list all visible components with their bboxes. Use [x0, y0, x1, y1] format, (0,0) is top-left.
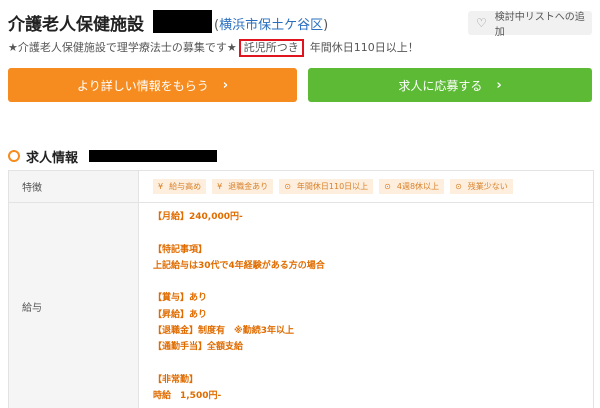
feature-tag-label: 年間休日110日以上: [296, 182, 369, 191]
heart-icon: ♡: [476, 16, 487, 30]
facility-title: 介護老人保健施設: [8, 15, 144, 35]
job-header: 介護老人保健施設 (横浜市保土ケ谷区) ♡ 検討中リストへの追加: [8, 6, 592, 38]
clock-icon: ⊙: [384, 182, 391, 191]
feature-tag: ¥ 退職金あり: [212, 179, 274, 194]
location-link[interactable]: 横浜市保土ケ谷区: [219, 18, 323, 33]
feature-tag: ¥ 給与高め: [153, 179, 207, 194]
subtitle-holidays: 年間休日110日以上！: [309, 41, 419, 54]
feature-tag-label: 給与高め: [169, 182, 202, 191]
yen-icon: ¥: [158, 182, 164, 191]
chevron-right-icon: ›: [222, 77, 229, 93]
salary-label: 給与: [9, 203, 139, 408]
yen-icon: ¥: [217, 182, 223, 191]
feature-tag-label: 退職金あり: [228, 182, 269, 191]
salary-line: 【退職金】制度有 ※勤続3年以上: [153, 326, 295, 337]
features-content: ¥ 給与高め ¥ 退職金あり ⊙ 年間休日110日以上 ⊙ 4週8休以上 ⊙ 残業少ない: [139, 171, 593, 202]
redacted-facility-name: [153, 10, 212, 33]
salary-line: 上記給与は30代で4年経験がある方の場合: [153, 260, 325, 271]
salary-line: 【非常勤】: [153, 374, 199, 385]
feature-tag: ⊙ 4週8休以上: [379, 179, 445, 194]
salary-line: 時給 1,500円-: [153, 391, 222, 402]
apply-button[interactable]: 求人に応募する ›: [308, 68, 592, 102]
location-close-paren: ): [323, 18, 329, 33]
feature-tag: ⊙ 年間休日110日以上: [279, 179, 374, 194]
add-to-wishlist-button[interactable]: ♡ 検討中リストへの追加: [468, 11, 592, 38]
job-subtitle: ★介護老人保健施設で理学療法士の募集です★ 託児所つき 年間休日110日以上！: [8, 39, 592, 57]
clock-icon: ⊙: [284, 182, 291, 191]
salary-line: 【昇給】あり: [153, 309, 208, 320]
more-info-label: より詳しい情報をもらう: [76, 78, 209, 93]
salary-line: 【特記事項】: [153, 244, 208, 255]
salary-content: 【月給】240,000円- 【特記事項】上記給与は30代で4年経験がある方の場合【…: [139, 203, 593, 408]
salary-line: 【月給】240,000円-: [153, 212, 243, 222]
salary-line: [153, 356, 593, 372]
more-info-button[interactable]: より詳しい情報をもらう ›: [8, 68, 297, 102]
circle-icon: [8, 150, 20, 162]
feature-tag-label: 4週8休以上: [396, 182, 440, 191]
location: (横浜市保土ケ谷区): [214, 14, 328, 33]
daycare-highlight: 託児所つき: [238, 39, 304, 57]
redacted-section-text: [89, 150, 217, 162]
salary-row: 給与 【月給】240,000円- 【特記事項】上記給与は30代で4年経験がある方の…: [9, 203, 593, 408]
feature-tag: ⊙ 残業少ない: [450, 179, 513, 194]
apply-label: 求人に応募する: [398, 78, 483, 93]
clock-icon: ⊙: [455, 182, 462, 191]
section-title: 求人情報: [26, 150, 79, 166]
features-label: 特徴: [9, 171, 139, 202]
features-row: 特徴 ¥ 給与高め ¥ 退職金あり ⊙ 年間休日110日以上 ⊙ 4週8休以上 ⊙ 残業少ない: [9, 171, 593, 203]
salary-lines: 【月給】240,000円- 【特記事項】上記給与は30代で4年経験がある方の場合【…: [139, 203, 593, 405]
salary-line: 【賞与】あり: [153, 293, 208, 304]
feature-tags: ¥ 給与高め ¥ 退職金あり ⊙ 年間休日110日以上 ⊙ 4週8休以上 ⊙ 残業少ない: [139, 171, 593, 194]
chevron-right-icon: ›: [496, 77, 502, 93]
salary-line: 【通勤手当】全額支給: [153, 342, 244, 353]
salary-line: [153, 274, 593, 290]
job-info-table: 特徴 ¥ 給与高め ¥ 退職金あり ⊙ 年間休日110日以上 ⊙ 4週8休以上 ⊙ 残業少ない 給…: [8, 170, 594, 408]
wishlist-label: 検討中リストへの追加: [494, 12, 585, 38]
subtitle-lead: ★介護老人保健施設で理学療法士の募集です★: [8, 41, 237, 54]
feature-tag-label: 残業少ない: [467, 182, 508, 191]
salary-line: [153, 225, 593, 241]
section-header: 求人情報: [8, 146, 78, 166]
